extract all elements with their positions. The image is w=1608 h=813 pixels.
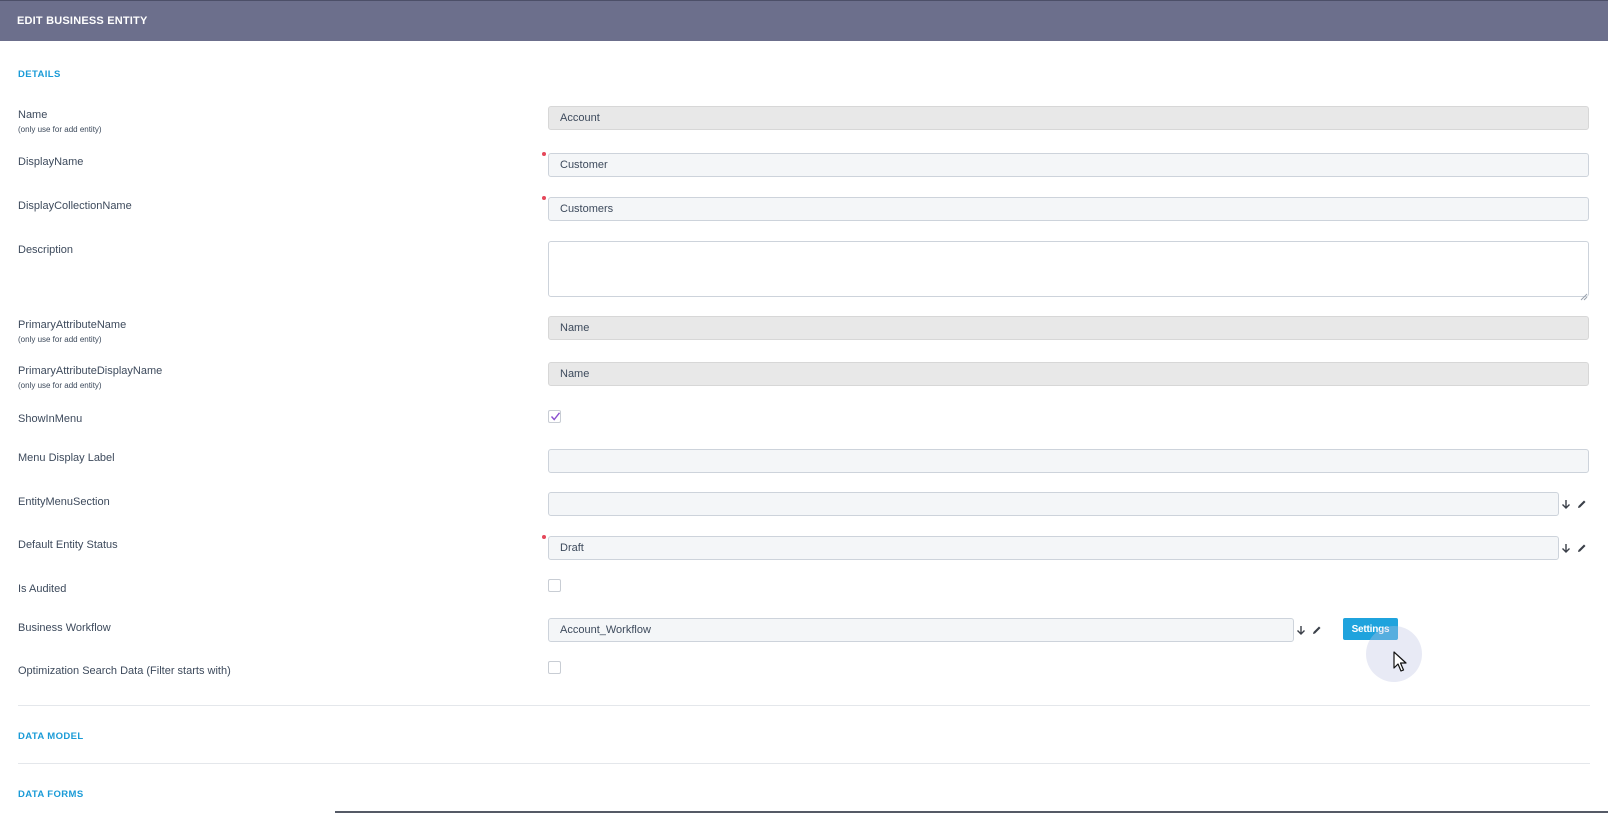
is-audited-label: Is Audited xyxy=(18,583,67,595)
show-in-menu-checkbox[interactable] xyxy=(548,410,561,423)
default-entity-status-dropdown-button[interactable] xyxy=(1559,541,1573,555)
display-name-input[interactable]: Customer xyxy=(548,153,1589,177)
pencil-icon xyxy=(1577,544,1585,552)
menu-display-label-input[interactable] xyxy=(548,449,1589,473)
optimization-search-data-checkbox[interactable] xyxy=(548,661,561,674)
section-title-data-forms[interactable]: DATA FORMS xyxy=(18,789,84,800)
page-title: EDIT BUSINESS ENTITY xyxy=(17,15,148,27)
arrow-down-icon xyxy=(1297,625,1305,635)
checkmark-icon xyxy=(550,412,561,421)
required-indicator xyxy=(542,535,546,539)
name-field: Account xyxy=(548,106,1589,130)
name-label: Name xyxy=(18,109,48,121)
entity-menu-section-dropdown-button[interactable] xyxy=(1559,497,1573,511)
display-name-label: DisplayName xyxy=(18,156,84,168)
arrow-down-icon xyxy=(1562,499,1570,509)
optimization-search-data-label: Optimization Search Data (Filter starts … xyxy=(18,665,231,677)
section-divider xyxy=(18,763,1590,764)
description-textarea[interactable] xyxy=(548,241,1589,297)
entity-menu-section-input[interactable] xyxy=(548,492,1559,516)
primary-attribute-display-name-hint: (only use for add entity) xyxy=(18,381,102,390)
required-indicator xyxy=(542,196,546,200)
business-workflow-label: Business Workflow xyxy=(18,622,111,634)
entity-menu-section-edit-button[interactable] xyxy=(1574,497,1588,511)
default-entity-status-edit-button[interactable] xyxy=(1574,541,1588,555)
section-title-data-model[interactable]: DATA MODEL xyxy=(18,731,84,742)
business-workflow-input[interactable]: Account_Workflow xyxy=(548,618,1294,642)
display-collection-name-label: DisplayCollectionName xyxy=(18,200,132,212)
is-audited-checkbox[interactable] xyxy=(548,579,561,592)
pencil-icon xyxy=(1577,500,1585,508)
section-title-details[interactable]: DETAILS xyxy=(18,69,61,80)
primary-attribute-name-field: Name xyxy=(548,316,1589,340)
name-hint: (only use for add entity) xyxy=(18,125,102,134)
pencil-icon xyxy=(1312,626,1320,634)
primary-attribute-name-hint: (only use for add entity) xyxy=(18,335,102,344)
show-in-menu-label: ShowInMenu xyxy=(18,413,83,425)
primary-attribute-display-name-label: PrimaryAttributeDisplayName xyxy=(18,365,163,377)
default-entity-status-input[interactable]: Draft xyxy=(548,536,1559,560)
required-indicator xyxy=(542,152,546,156)
primary-attribute-display-name-field: Name xyxy=(548,362,1589,386)
default-entity-status-label: Default Entity Status xyxy=(18,539,118,551)
arrow-down-icon xyxy=(1562,543,1570,553)
business-workflow-edit-button[interactable] xyxy=(1309,623,1323,637)
section-divider xyxy=(18,705,1590,706)
display-collection-name-input[interactable]: Customers xyxy=(548,197,1589,221)
description-label: Description xyxy=(18,244,74,256)
textarea-resize-handle[interactable] xyxy=(1580,288,1588,301)
page-header: EDIT BUSINESS ENTITY xyxy=(0,0,1608,41)
menu-display-label-label: Menu Display Label xyxy=(18,452,115,464)
primary-attribute-name-label: PrimaryAttributeName xyxy=(18,319,127,331)
business-workflow-dropdown-button[interactable] xyxy=(1294,623,1308,637)
mouse-pointer-icon xyxy=(1393,651,1409,678)
entity-menu-section-label: EntityMenuSection xyxy=(18,496,110,508)
